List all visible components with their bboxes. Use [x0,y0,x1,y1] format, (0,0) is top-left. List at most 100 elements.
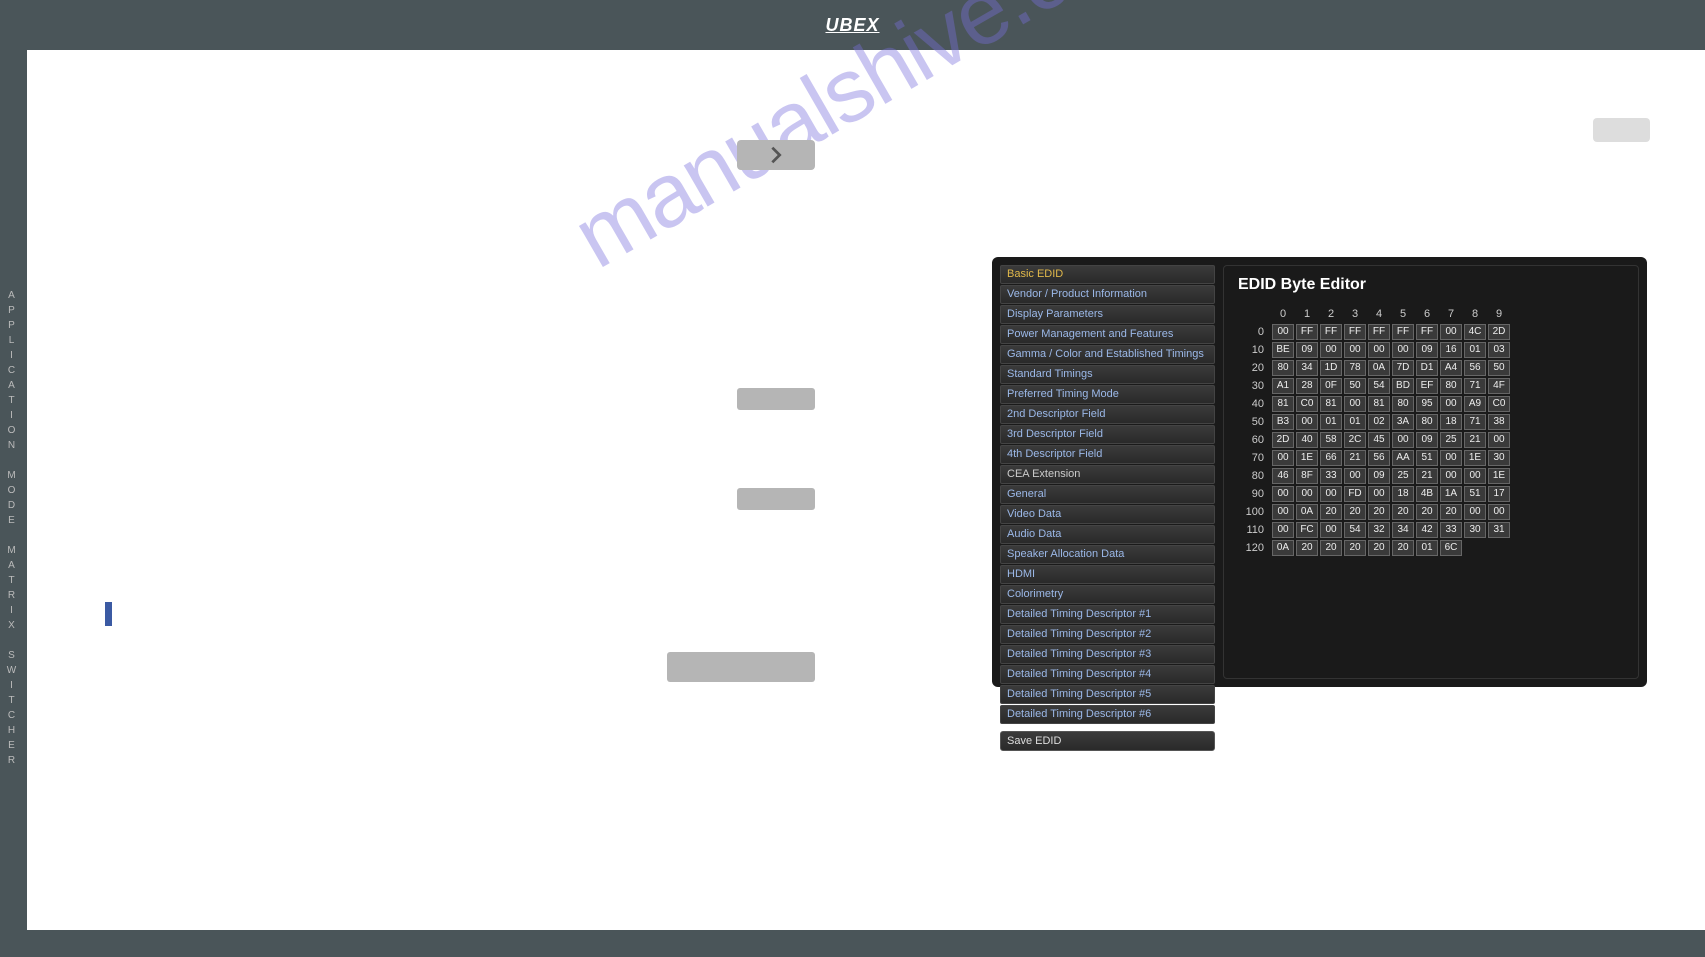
byte-cell[interactable]: 00 [1344,396,1366,412]
byte-cell[interactable]: 18 [1440,414,1462,430]
byte-cell[interactable]: A4 [1440,360,1462,376]
byte-cell[interactable]: 1E [1296,450,1318,466]
byte-cell[interactable]: 0F [1320,378,1342,394]
byte-cell[interactable]: FF [1416,324,1438,340]
byte-cell[interactable]: BD [1392,378,1414,394]
byte-cell[interactable]: FD [1344,486,1366,502]
byte-cell[interactable]: 80 [1392,396,1414,412]
byte-cell[interactable]: 0A [1368,360,1390,376]
byte-cell[interactable]: 00 [1488,504,1510,520]
byte-cell[interactable]: 20 [1320,540,1342,556]
byte-cell[interactable]: 00 [1440,396,1462,412]
byte-cell[interactable]: 00 [1440,450,1462,466]
top-right-button[interactable] [1593,118,1650,142]
byte-cell[interactable]: 21 [1464,432,1486,448]
edid-section-item[interactable]: Vendor / Product Information [1000,285,1215,304]
byte-cell[interactable]: 81 [1368,396,1390,412]
byte-cell[interactable]: 00 [1368,342,1390,358]
byte-cell[interactable]: 09 [1416,432,1438,448]
edid-section-item[interactable]: Detailed Timing Descriptor #2 [1000,625,1215,644]
byte-cell[interactable]: 2D [1488,324,1510,340]
byte-cell[interactable]: 31 [1488,522,1510,538]
byte-cell[interactable]: 45 [1368,432,1390,448]
byte-cell[interactable]: 4F [1488,378,1510,394]
byte-cell[interactable]: 33 [1320,468,1342,484]
edid-section-item[interactable]: Detailed Timing Descriptor #1 [1000,605,1215,624]
byte-cell[interactable]: 33 [1440,522,1462,538]
byte-cell[interactable]: 09 [1416,342,1438,358]
byte-cell[interactable]: 80 [1272,360,1294,376]
byte-cell[interactable]: 20 [1296,540,1318,556]
byte-cell[interactable]: 58 [1320,432,1342,448]
byte-cell[interactable]: 20 [1392,504,1414,520]
byte-cell[interactable]: FF [1368,324,1390,340]
byte-cell[interactable]: 34 [1296,360,1318,376]
byte-cell[interactable]: 40 [1296,432,1318,448]
byte-cell[interactable]: FC [1296,522,1318,538]
byte-cell[interactable]: 80 [1440,378,1462,394]
byte-cell[interactable]: 01 [1344,414,1366,430]
byte-cell[interactable]: 00 [1344,342,1366,358]
byte-cell[interactable]: 00 [1368,486,1390,502]
byte-cell[interactable]: 25 [1440,432,1462,448]
byte-cell[interactable]: EF [1416,378,1438,394]
byte-cell[interactable]: 2C [1344,432,1366,448]
byte-cell[interactable]: 30 [1464,522,1486,538]
edid-section-item[interactable]: Display Parameters [1000,305,1215,324]
byte-cell[interactable]: 00 [1272,486,1294,502]
byte-cell[interactable]: 20 [1440,504,1462,520]
byte-cell[interactable]: 34 [1392,522,1414,538]
byte-cell[interactable]: 71 [1464,414,1486,430]
edid-section-item[interactable]: 2nd Descriptor Field [1000,405,1215,424]
edid-section-item[interactable]: Gamma / Color and Established Timings [1000,345,1215,364]
edid-section-item[interactable]: Basic EDID [1000,265,1215,284]
byte-cell[interactable]: 32 [1368,522,1390,538]
byte-cell[interactable]: A9 [1464,396,1486,412]
byte-cell[interactable]: 20 [1344,540,1366,556]
byte-cell[interactable]: 71 [1464,378,1486,394]
edid-section-item[interactable]: 4th Descriptor Field [1000,445,1215,464]
byte-cell[interactable]: C0 [1488,396,1510,412]
byte-cell[interactable]: 4C [1464,324,1486,340]
byte-cell[interactable]: 00 [1320,486,1342,502]
byte-cell[interactable]: 50 [1488,360,1510,376]
byte-cell[interactable]: 00 [1320,522,1342,538]
byte-cell[interactable]: 38 [1488,414,1510,430]
byte-cell[interactable]: 20 [1392,540,1414,556]
byte-cell[interactable]: 4B [1416,486,1438,502]
byte-cell[interactable]: 7D [1392,360,1414,376]
byte-cell[interactable]: 1A [1440,486,1462,502]
byte-cell[interactable]: 09 [1368,468,1390,484]
byte-cell[interactable]: 78 [1344,360,1366,376]
edid-section-item[interactable]: Detailed Timing Descriptor #5 [1000,685,1215,704]
byte-cell[interactable]: BE [1272,342,1294,358]
edid-section-item[interactable]: Detailed Timing Descriptor #4 [1000,665,1215,684]
byte-cell[interactable]: 54 [1368,378,1390,394]
byte-cell[interactable]: 2D [1272,432,1294,448]
byte-cell[interactable]: 09 [1296,342,1318,358]
byte-cell[interactable]: 00 [1296,486,1318,502]
byte-cell[interactable]: 20 [1368,504,1390,520]
byte-cell[interactable]: 1E [1464,450,1486,466]
byte-cell[interactable]: 8F [1296,468,1318,484]
byte-cell[interactable]: 51 [1416,450,1438,466]
edid-section-item[interactable]: HDMI [1000,565,1215,584]
byte-cell[interactable]: 56 [1368,450,1390,466]
byte-cell[interactable]: FF [1344,324,1366,340]
byte-cell[interactable]: 00 [1392,342,1414,358]
byte-cell[interactable]: 00 [1296,414,1318,430]
byte-cell[interactable]: 00 [1464,468,1486,484]
byte-cell[interactable]: 21 [1344,450,1366,466]
edid-section-item[interactable]: Detailed Timing Descriptor #3 [1000,645,1215,664]
byte-cell[interactable]: 00 [1464,504,1486,520]
edid-section-item[interactable]: Power Management and Features [1000,325,1215,344]
byte-cell[interactable]: 30 [1488,450,1510,466]
byte-cell[interactable]: 20 [1344,504,1366,520]
byte-cell[interactable]: 95 [1416,396,1438,412]
placeholder-box-2[interactable] [737,488,815,510]
edid-section-item[interactable]: Audio Data [1000,525,1215,544]
byte-cell[interactable]: A1 [1272,378,1294,394]
byte-cell[interactable]: 1E [1488,468,1510,484]
placeholder-box-1[interactable] [737,388,815,410]
edid-section-item[interactable]: General [1000,485,1215,504]
